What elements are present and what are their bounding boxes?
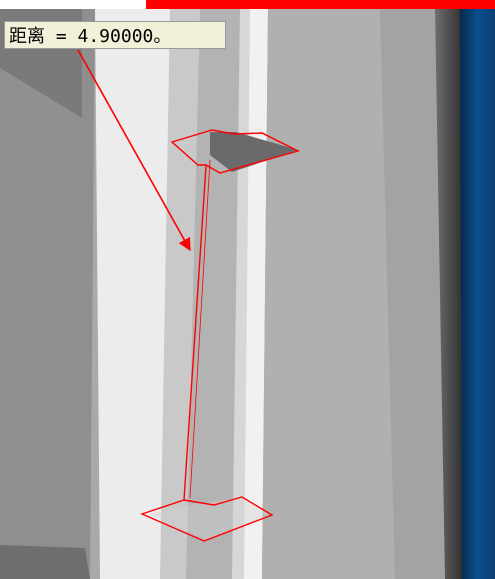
bottom-dark-ledge bbox=[0, 545, 90, 579]
distance-measurement-text: 距离 = 4.90000。 bbox=[9, 26, 172, 47]
distance-measurement-label: 距离 = 4.90000。 bbox=[4, 21, 226, 49]
3d-viewport[interactable]: 距离 = 4.90000。 bbox=[0, 0, 495, 579]
model-scene[interactable] bbox=[0, 0, 495, 579]
blue-background-panel bbox=[460, 9, 495, 579]
